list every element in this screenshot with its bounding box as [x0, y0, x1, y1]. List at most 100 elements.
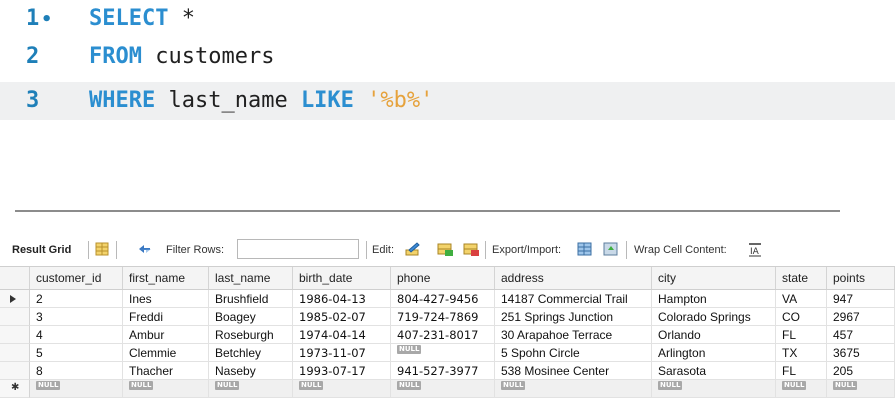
edit-pencil-icon[interactable]: [404, 241, 422, 257]
row-selector[interactable]: [0, 344, 30, 362]
cell-points[interactable]: 457: [827, 326, 895, 344]
line-number: 3: [26, 88, 40, 113]
cell-birth-date[interactable]: NULL: [293, 380, 391, 398]
export-import-label: Export/Import:: [492, 244, 562, 256]
row-selector[interactable]: [0, 308, 30, 326]
export-icon[interactable]: [576, 241, 594, 257]
cell-first-name[interactable]: Freddi: [123, 308, 209, 326]
cell-first-name[interactable]: Clemmie: [123, 344, 209, 362]
cell-phone[interactable]: 804-427-9456: [391, 290, 495, 308]
cell-customer-id[interactable]: 4: [30, 326, 123, 344]
cell-state[interactable]: NULL: [776, 380, 827, 398]
sql-string: '%b%': [353, 88, 434, 113]
import-icon[interactable]: [602, 241, 620, 257]
table-row[interactable]: 2 Ines Brushfield 1986-04-13 804-427-9456 141…: [0, 290, 895, 308]
col-header-phone[interactable]: phone: [391, 267, 495, 289]
cell-address[interactable]: 538 Mosinee Center: [495, 362, 652, 380]
cell-birth-date[interactable]: 1974-04-14: [293, 326, 391, 344]
cell-birth-date[interactable]: 1973-11-07: [293, 344, 391, 362]
cell-phone[interactable]: 719-724-7869: [391, 308, 495, 326]
cell-city[interactable]: NULL: [652, 380, 776, 398]
filter-rows-input[interactable]: [237, 239, 359, 259]
cell-city[interactable]: Colorado Springs: [652, 308, 776, 326]
cell-customer-id[interactable]: NULL: [30, 380, 123, 398]
new-row[interactable]: ✱ NULL NULL NULL NULL NULL NULL NULL NULL NULL: [0, 380, 895, 398]
cell-birth-date[interactable]: 1993-07-17: [293, 362, 391, 380]
sql-editor[interactable]: 1 • SELECT * 2 FROM customers 3 WHERE las…: [0, 0, 895, 200]
cell-last-name[interactable]: Brushfield: [209, 290, 293, 308]
cell-first-name[interactable]: Thacher: [123, 362, 209, 380]
cell-first-name[interactable]: Ines: [123, 290, 209, 308]
cell-birth-date[interactable]: 1986-04-13: [293, 290, 391, 308]
cell-customer-id[interactable]: 8: [30, 362, 123, 380]
null-badge: NULL: [501, 381, 526, 390]
table-row[interactable]: 4 Ambur Roseburgh 1974-04-14 407-231-8017 30 …: [0, 326, 895, 344]
cell-state[interactable]: FL: [776, 326, 827, 344]
cell-state[interactable]: CO: [776, 308, 827, 326]
table-row[interactable]: 3 Freddi Boagey 1985-02-07 719-724-7869 251 S…: [0, 308, 895, 326]
cell-birth-date[interactable]: 1985-02-07: [293, 308, 391, 326]
cell-state[interactable]: TX: [776, 344, 827, 362]
wrap-text-icon[interactable]: IA: [746, 241, 764, 257]
cell-points[interactable]: 947: [827, 290, 895, 308]
null-badge: NULL: [833, 381, 858, 390]
cell-points[interactable]: 205: [827, 362, 895, 380]
cell-last-name[interactable]: Roseburgh: [209, 326, 293, 344]
cell-last-name[interactable]: NULL: [209, 380, 293, 398]
cell-points[interactable]: 2967: [827, 308, 895, 326]
cell-customer-id[interactable]: 3: [30, 308, 123, 326]
col-header-first-name[interactable]: first_name: [123, 267, 209, 289]
row-selector[interactable]: ✱: [0, 380, 30, 398]
cell-state[interactable]: VA: [776, 290, 827, 308]
panel-splitter[interactable]: [15, 210, 840, 212]
cell-address[interactable]: 251 Springs Junction: [495, 308, 652, 326]
col-header-address[interactable]: address: [495, 267, 652, 289]
row-selector[interactable]: [0, 362, 30, 380]
null-badge: NULL: [129, 381, 154, 390]
grid-view-icon[interactable]: [93, 241, 111, 257]
cell-last-name[interactable]: Betchley: [209, 344, 293, 362]
cell-state[interactable]: FL: [776, 362, 827, 380]
row-selector[interactable]: [0, 290, 30, 308]
cell-points[interactable]: 3675: [827, 344, 895, 362]
col-header-city[interactable]: city: [652, 267, 776, 289]
cell-address[interactable]: 14187 Commercial Trail: [495, 290, 652, 308]
sql-keyword: LIKE: [300, 88, 354, 113]
code-line-2[interactable]: 2 FROM customers: [0, 38, 895, 76]
result-grid-tab[interactable]: Result Grid: [12, 241, 71, 259]
null-badge: NULL: [36, 381, 61, 390]
cell-phone[interactable]: NULL: [391, 380, 495, 398]
filter-refresh-icon[interactable]: [136, 241, 154, 257]
col-header-birth-date[interactable]: birth_date: [293, 267, 391, 289]
cell-address[interactable]: NULL: [495, 380, 652, 398]
cell-address[interactable]: 5 Spohn Circle: [495, 344, 652, 362]
cell-customer-id[interactable]: 2: [30, 290, 123, 308]
cell-city[interactable]: Hampton: [652, 290, 776, 308]
cell-phone[interactable]: 407-231-8017: [391, 326, 495, 344]
cell-address[interactable]: 30 Arapahoe Terrace: [495, 326, 652, 344]
cell-city[interactable]: Arlington: [652, 344, 776, 362]
table-row[interactable]: 5 Clemmie Betchley 1973-11-07 NULL 5 Spohn Ci…: [0, 344, 895, 362]
cell-first-name[interactable]: NULL: [123, 380, 209, 398]
sql-text: last_name: [155, 88, 301, 113]
col-header-customer-id[interactable]: customer_id: [30, 267, 123, 289]
cell-city[interactable]: Sarasota: [652, 362, 776, 380]
code-line-1[interactable]: 1 • SELECT *: [0, 0, 895, 38]
col-header-last-name[interactable]: last_name: [209, 267, 293, 289]
cell-first-name[interactable]: Ambur: [123, 326, 209, 344]
col-header-state[interactable]: state: [776, 267, 827, 289]
cell-last-name[interactable]: Boagey: [209, 308, 293, 326]
add-row-icon[interactable]: [436, 241, 454, 257]
cell-phone[interactable]: 941-527-3977: [391, 362, 495, 380]
col-header-points[interactable]: points: [827, 267, 895, 289]
table-row[interactable]: 8 Thacher Naseby 1993-07-17 941-527-3977 538 …: [0, 362, 895, 380]
cell-last-name[interactable]: Naseby: [209, 362, 293, 380]
cell-points[interactable]: NULL: [827, 380, 895, 398]
sql-keyword: WHERE: [89, 88, 156, 113]
delete-row-icon[interactable]: [462, 241, 480, 257]
cell-city[interactable]: Orlando: [652, 326, 776, 344]
row-selector[interactable]: [0, 326, 30, 344]
cell-phone[interactable]: NULL: [391, 344, 495, 362]
cell-customer-id[interactable]: 5: [30, 344, 123, 362]
code-line-3[interactable]: 3 WHERE last_name LIKE '%b%': [0, 82, 895, 120]
